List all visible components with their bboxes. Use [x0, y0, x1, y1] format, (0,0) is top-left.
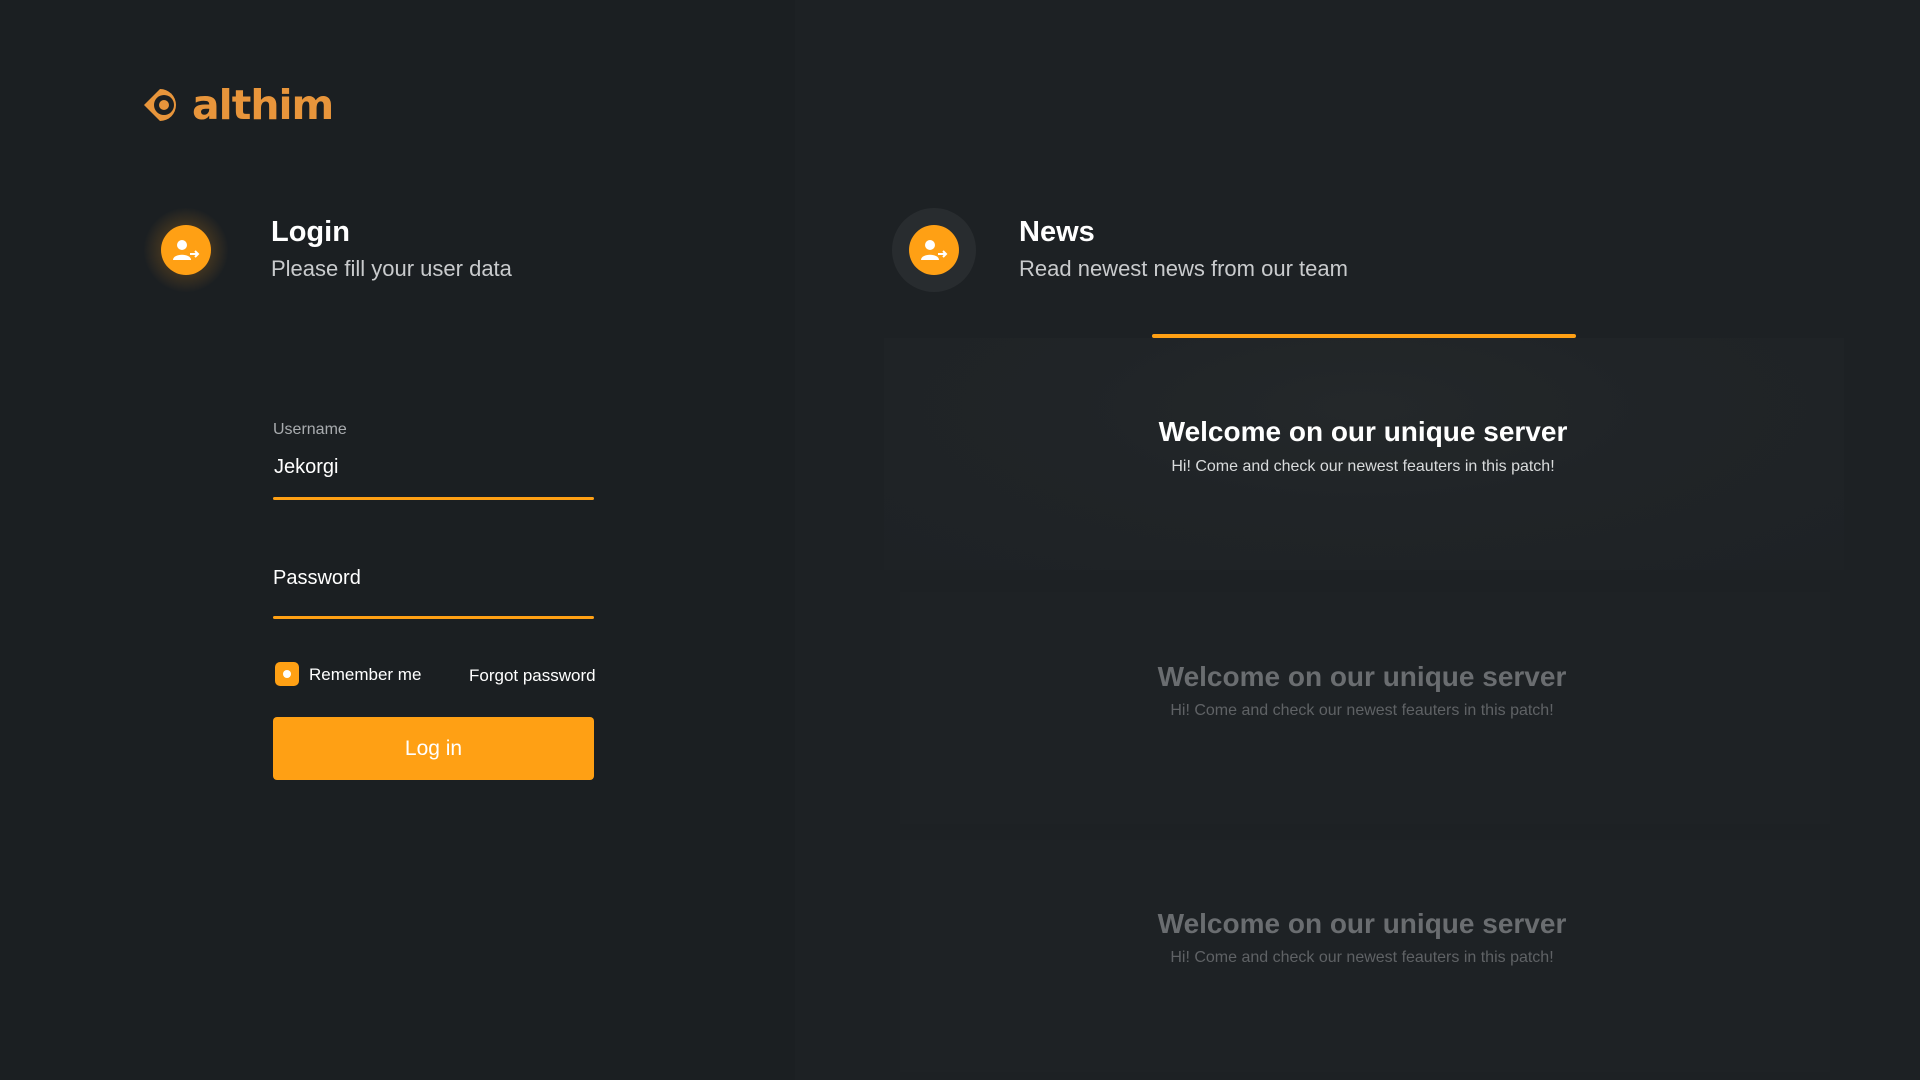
news-item-title: Welcome on our unique server: [1157, 908, 1567, 939]
news-item-body: Hi! Come and check our newest feauters i…: [1170, 949, 1554, 966]
remember-me-checkbox[interactable]: [275, 662, 299, 686]
login-subtitle: Please fill your user data: [271, 256, 512, 281]
news-header-icon: [892, 208, 976, 292]
eye-logo-icon: [144, 89, 176, 121]
forgot-password-link[interactable]: Forgot password: [469, 666, 596, 686]
password-underline: [273, 616, 594, 619]
username-label: Username: [273, 421, 347, 438]
brand-logo[interactable]: althim: [140, 80, 334, 130]
news-subtitle: Read newest news from our team: [1019, 256, 1348, 281]
news-item-body: Hi! Come and check our newest feauters i…: [1171, 458, 1555, 475]
login-title: Login: [271, 216, 350, 248]
news-title: News: [1019, 216, 1095, 248]
news-item-active-indicator: [1152, 334, 1576, 338]
checkbox-checked-indicator: [283, 670, 291, 678]
login-pane: [0, 0, 795, 1080]
news-item-title: Welcome on our unique server: [1158, 416, 1568, 447]
brand-name: althim: [192, 80, 334, 129]
remember-me-label[interactable]: Remember me: [309, 665, 421, 685]
login-header-icon: [144, 208, 228, 292]
user-login-icon: [921, 240, 948, 260]
username-underline: [273, 497, 594, 500]
password-input[interactable]: Password: [273, 567, 361, 590]
news-item-title: Welcome on our unique server: [1157, 661, 1567, 692]
username-input[interactable]: [274, 452, 592, 482]
news-item-body: Hi! Come and check our newest feauters i…: [1170, 702, 1554, 719]
news-item[interactable]: [884, 338, 1844, 570]
page: althim Login Please fill your user data …: [0, 0, 1920, 1080]
log-in-button[interactable]: Log in: [273, 717, 594, 780]
user-login-icon: [173, 240, 200, 260]
